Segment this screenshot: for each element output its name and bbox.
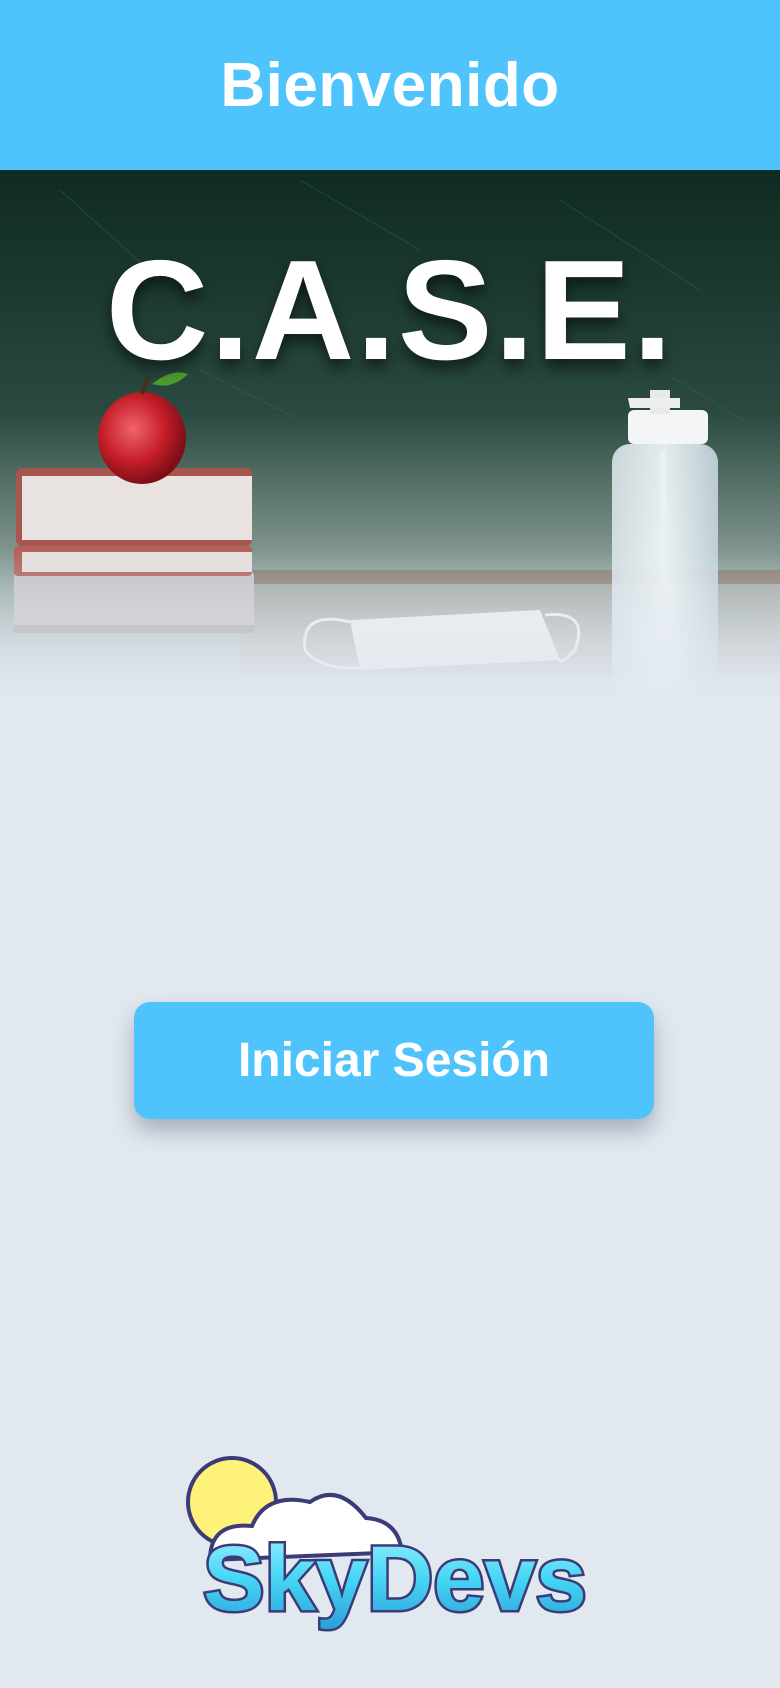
login-button[interactable]: Iniciar Sesión [134, 1002, 654, 1119]
hero-banner: C.A.S.E. [0, 170, 780, 710]
header-bar: Bienvenido [0, 0, 780, 170]
skydevs-logo: SkyDevs [186, 1456, 589, 1633]
app-title: C.A.S.E. [105, 231, 675, 390]
page-title: Bienvenido [220, 50, 560, 120]
logo-text: SkyDevs [203, 1528, 587, 1630]
